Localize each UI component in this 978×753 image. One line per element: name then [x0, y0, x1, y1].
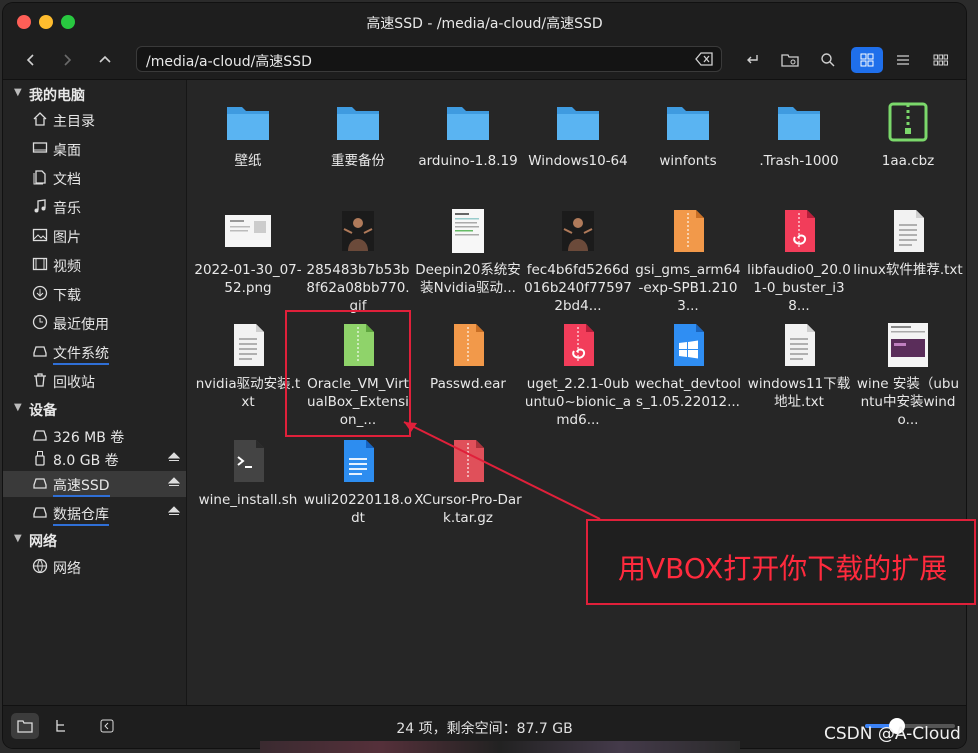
annotation-callout: 用VBOX打开你下载的扩展	[586, 519, 976, 605]
callout-text: 用VBOX打开你下载的扩展	[618, 552, 948, 585]
annotation-arrow	[403, 421, 601, 520]
watermark: CSDN @A-Cloud	[824, 724, 961, 744]
background-strip	[260, 741, 740, 753]
